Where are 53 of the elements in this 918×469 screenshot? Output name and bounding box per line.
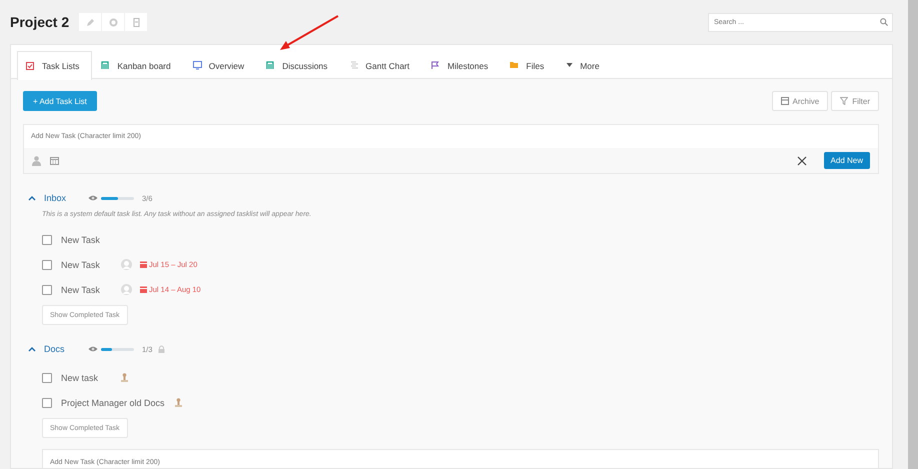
- settings-button[interactable]: [102, 13, 124, 31]
- eye-icon[interactable]: [88, 195, 98, 201]
- edit-button[interactable]: [79, 13, 102, 31]
- archive-icon: [780, 97, 789, 105]
- checklist-icon: [26, 62, 35, 70]
- task-checkbox[interactable]: [42, 372, 52, 382]
- project-title: Project 2: [10, 14, 70, 30]
- gear-icon: [108, 18, 118, 26]
- chevron-up-icon[interactable]: [28, 346, 36, 352]
- avatar-icon: [121, 259, 132, 270]
- monitor-icon: [192, 61, 202, 70]
- document-icon: [132, 18, 140, 26]
- pencil-icon: [86, 18, 95, 26]
- calendar-icon[interactable]: [50, 156, 59, 165]
- task-checkbox[interactable]: [42, 260, 52, 270]
- task-checkbox[interactable]: [42, 284, 52, 294]
- filter-button[interactable]: Filter: [831, 91, 879, 111]
- close-icon[interactable]: [796, 156, 807, 166]
- task-title[interactable]: Project Manager old Docs: [61, 398, 165, 408]
- document-button[interactable]: [125, 13, 148, 31]
- add-new-button[interactable]: Add New: [824, 152, 870, 169]
- tab[interactable]: Discussions: [257, 51, 341, 79]
- task-title[interactable]: New Task: [61, 260, 111, 270]
- task-title[interactable]: New Task: [61, 234, 111, 244]
- tab[interactable]: Files: [501, 51, 558, 79]
- columns-icon: [101, 61, 110, 70]
- add-task-list-button[interactable]: + Add Task List: [23, 91, 97, 111]
- calendar-icon: [140, 261, 147, 268]
- funnel-icon: [840, 97, 848, 105]
- flag-icon: [431, 61, 440, 70]
- calendar-icon: [140, 286, 147, 293]
- chart-icon: [350, 61, 359, 70]
- tab[interactable]: More: [557, 51, 612, 79]
- list-title[interactable]: Inbox: [44, 193, 88, 203]
- tab[interactable]: Overview: [184, 51, 258, 79]
- task-checkbox[interactable]: [42, 234, 52, 244]
- eye-icon[interactable]: [88, 346, 98, 352]
- columns-icon: [266, 61, 276, 70]
- folder-icon: [510, 61, 520, 70]
- tab[interactable]: Task Lists: [17, 51, 92, 80]
- tab[interactable]: Gantt Chart: [340, 51, 422, 79]
- avatar-icon: [121, 284, 132, 295]
- task-checkbox[interactable]: [42, 398, 52, 408]
- task-title[interactable]: New task: [61, 372, 111, 382]
- task-title[interactable]: New Task: [61, 284, 111, 294]
- search-icon: [880, 18, 888, 26]
- archive-button[interactable]: Archive: [772, 91, 828, 111]
- scrollbar[interactable]: [908, 0, 918, 469]
- tab[interactable]: Milestones: [422, 51, 502, 79]
- list-title[interactable]: Docs: [44, 344, 88, 354]
- user-icon[interactable]: [32, 156, 41, 166]
- chevron-up-icon[interactable]: [28, 195, 36, 201]
- tab[interactable]: Kanban board: [92, 51, 184, 79]
